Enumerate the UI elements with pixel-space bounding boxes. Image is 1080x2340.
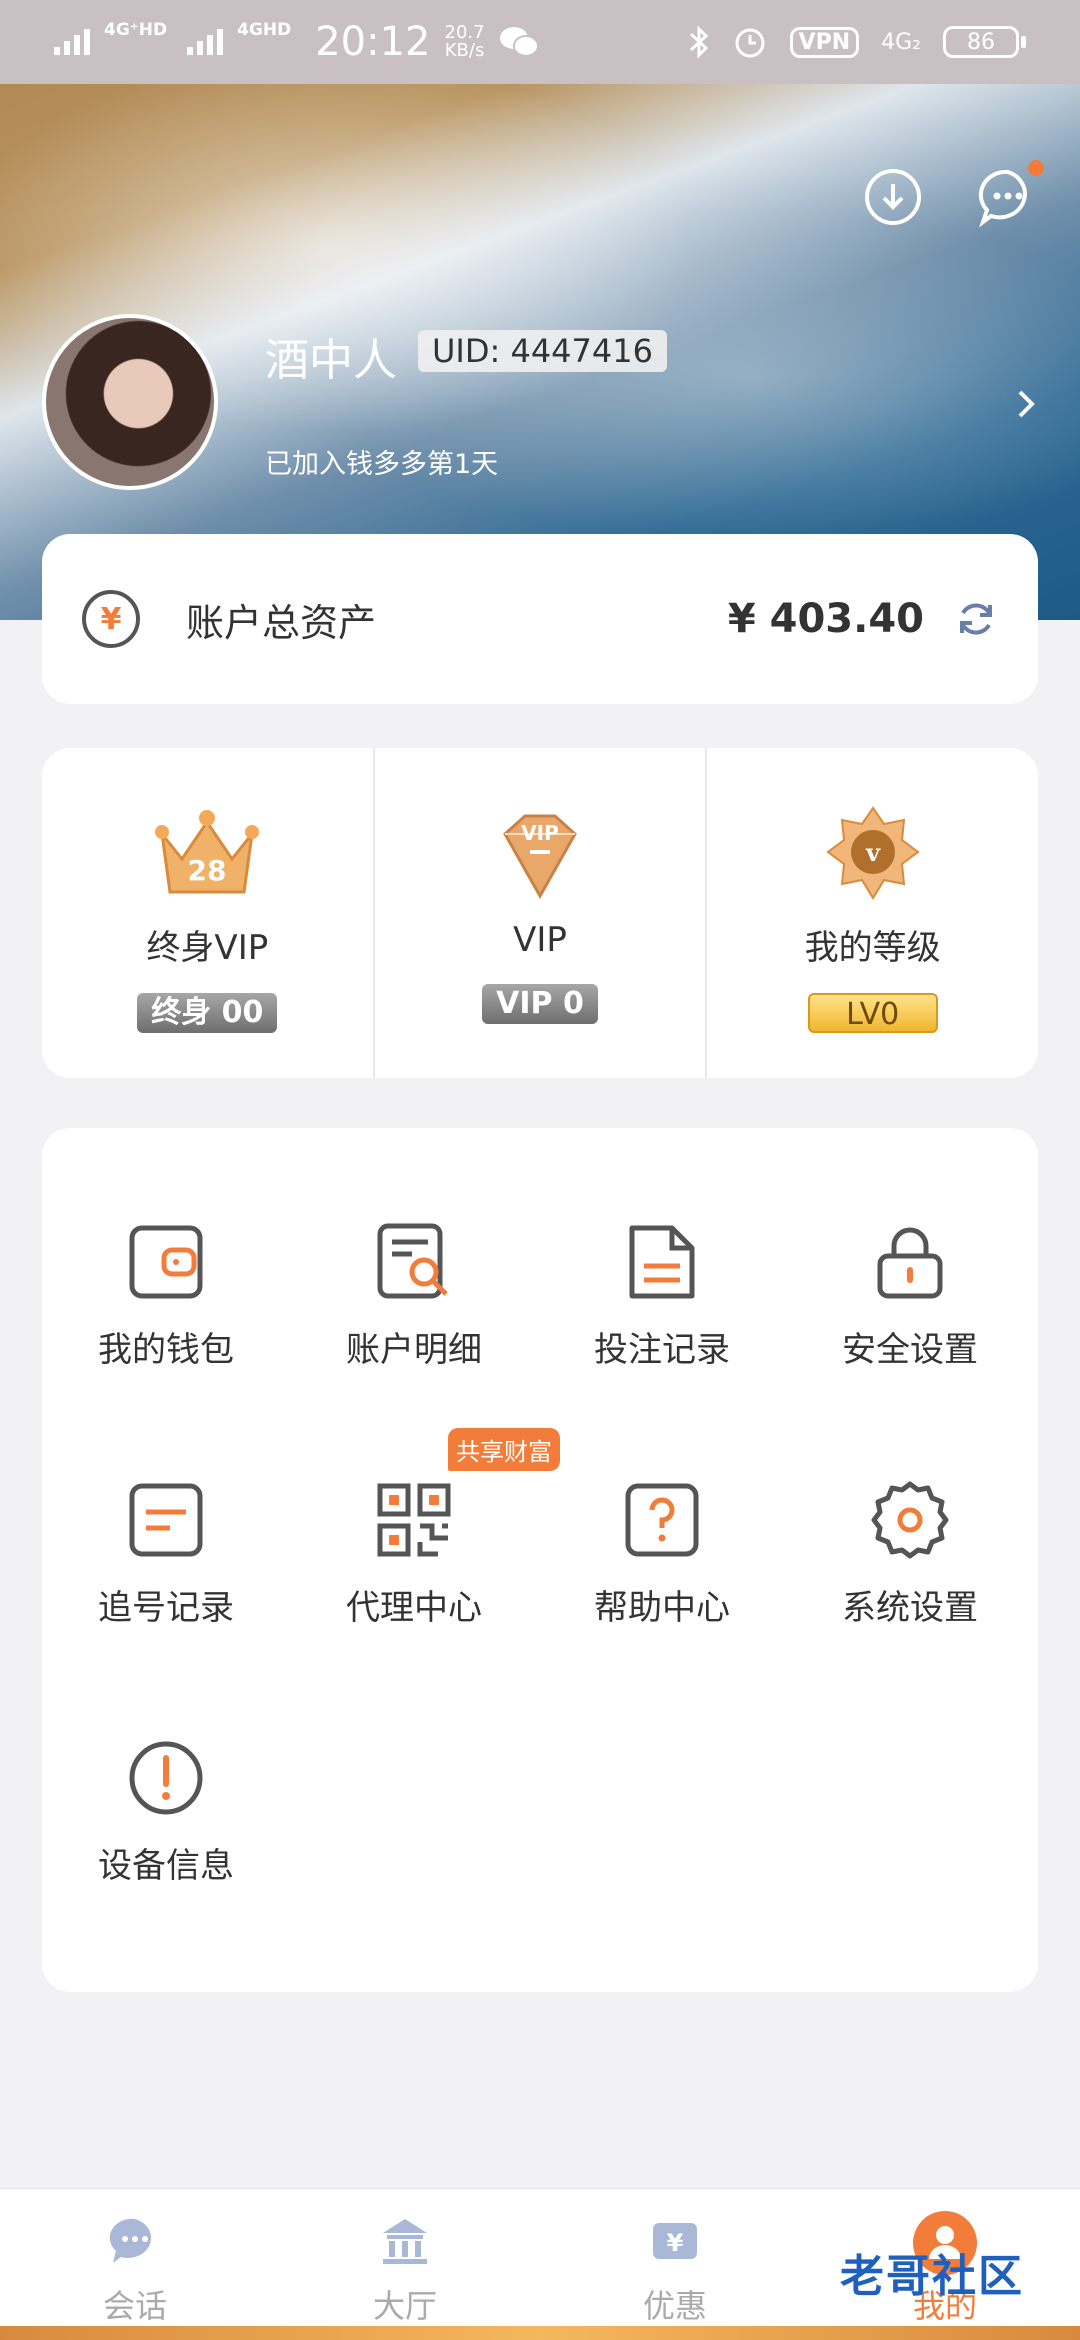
hall-icon (383, 2219, 427, 2264)
svg-text:VIP: VIP (521, 821, 559, 845)
wechat-icon (499, 27, 539, 57)
message-icon[interactable] (977, 166, 1039, 228)
help-icon (625, 1483, 699, 1557)
wallet-icon (129, 1225, 203, 1299)
vip-title: VIP (513, 920, 567, 960)
svg-text:¥: ¥ (667, 2229, 684, 2257)
lifetime-vip[interactable]: 28 终身VIP 终身 00 (42, 748, 375, 1078)
menu-system-settings[interactable]: 系统设置 (786, 1478, 1034, 1629)
vip-diamond-icon: VIP (503, 814, 577, 900)
menu-bet-record[interactable]: 投注记录 (538, 1220, 786, 1371)
promo-tag: 共享财富 (448, 1428, 560, 1471)
menu-label: 安全设置 (842, 1330, 978, 1370)
gear-icon (871, 1481, 949, 1559)
tab-label: 优惠 (642, 2287, 707, 2325)
avatar[interactable] (42, 314, 218, 490)
tab-label: 会话 (102, 2287, 167, 2325)
signal-icon (54, 29, 90, 55)
menu-label: 我的钱包 (98, 1330, 234, 1370)
menu-device-info[interactable]: 设备信息 (42, 1736, 290, 1887)
tab-label: 大厅 (372, 2287, 437, 2325)
menu-label: 追号记录 (98, 1588, 234, 1628)
username: 酒中人 (265, 335, 397, 386)
menu-label: 代理中心 (346, 1588, 482, 1628)
status-bar: 4G⁺HD 4GHD 20:12 20.7 KB/s VPN 4G₂ 86 (0, 0, 1080, 84)
svg-text:28: 28 (188, 854, 227, 887)
vip-badge: VIP 0 (482, 984, 598, 1024)
signal-label: 4GHD (237, 20, 292, 40)
menu-label: 系统设置 (842, 1588, 978, 1628)
vpn-indicator: VPN (789, 26, 860, 58)
battery-icon: 86 (943, 26, 1026, 58)
menu-agent-center[interactable]: 代理中心 (290, 1478, 538, 1629)
chat-icon (109, 2218, 152, 2263)
lifetime-vip-title: 终身VIP (146, 928, 269, 968)
total-assets-label: 账户总资产 (186, 600, 377, 645)
notification-dot (1028, 160, 1044, 176)
signal-label: 4G⁺HD (104, 20, 168, 40)
total-assets-card[interactable]: ¥ 账户总资产 ¥ 403.40 (42, 534, 1038, 704)
net-speed-unit: KB/s (444, 40, 485, 61)
bet-record-icon (629, 1225, 695, 1299)
svg-text:v: v (865, 838, 881, 867)
signal-icon (187, 29, 224, 55)
vip-level[interactable]: VIP VIP VIP 0 (375, 748, 708, 1078)
bluetooth-icon (689, 25, 708, 59)
refresh-icon[interactable] (954, 597, 998, 641)
qr-code-icon (377, 1483, 451, 1557)
tab-discount[interactable]: ¥ 优惠 (540, 2189, 810, 2340)
uid-badge: UID: 4447416 (418, 330, 667, 372)
menu-help-center[interactable]: 帮助中心 (538, 1478, 786, 1629)
bottom-strip (0, 2326, 1080, 2340)
alarm-icon (735, 28, 765, 58)
joined-days: 已加入钱多多第1天 (265, 449, 499, 480)
total-assets-value: ¥ 403.40 (727, 596, 924, 642)
menu-label: 帮助中心 (594, 1588, 730, 1628)
vip-card: 28 终身VIP 终身 00 VIP VIP VIP 0 v 我的等级 LV0 (42, 748, 1038, 1078)
level-star-icon: v (826, 806, 920, 900)
net-speed: 20.7 KB/s (445, 24, 485, 60)
menu-label: 账户明细 (346, 1330, 482, 1370)
crown-28-icon: 28 (155, 810, 260, 894)
my-level-title: 我的等级 (804, 928, 941, 968)
download-icon[interactable] (862, 166, 924, 228)
function-menu: 我的钱包 账户明细 投注记录 安全设置 追号记录 代理中心 共享财富 帮助中心 … (42, 1128, 1038, 1992)
battery-level: 86 (943, 26, 1019, 58)
info-icon (129, 1741, 203, 1815)
lifetime-vip-badge: 终身 00 (137, 993, 278, 1033)
menu-security[interactable]: 安全设置 (786, 1220, 1034, 1371)
watermark: 老哥社区 (840, 2251, 1024, 2302)
lock-icon (877, 1227, 943, 1299)
menu-chase-record[interactable]: 追号记录 (42, 1478, 290, 1629)
my-level[interactable]: v 我的等级 LV0 (707, 748, 1038, 1078)
chevron-right-icon[interactable] (1012, 384, 1042, 424)
discount-icon: ¥ (653, 2223, 697, 2259)
yen-icon: ¥ (82, 590, 140, 648)
menu-account-detail[interactable]: 账户明细 (290, 1220, 538, 1371)
tab-chat[interactable]: 会话 (0, 2189, 270, 2340)
account-detail-icon (377, 1223, 448, 1299)
menu-wallet[interactable]: 我的钱包 (42, 1220, 290, 1371)
menu-label: 投注记录 (594, 1330, 730, 1370)
clock: 20:12 (315, 19, 431, 65)
tab-hall[interactable]: 大厅 (270, 2189, 540, 2340)
network-indicator: 4G₂ (881, 29, 921, 55)
level-badge: LV0 (807, 993, 938, 1033)
menu-label: 设备信息 (98, 1846, 234, 1886)
chase-record-icon (129, 1483, 203, 1557)
